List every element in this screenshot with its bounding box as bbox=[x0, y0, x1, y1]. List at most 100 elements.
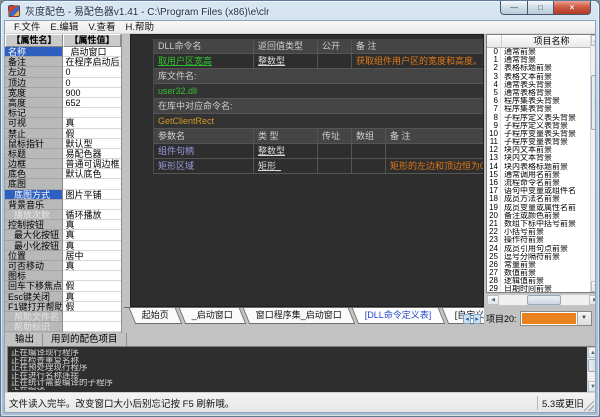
dll-return-type[interactable]: 整数型 bbox=[254, 54, 318, 68]
scroll-down-icon[interactable]: ▼ bbox=[588, 381, 595, 392]
property-name-cell[interactable]: 可否移动 bbox=[5, 261, 63, 271]
api-name-value[interactable]: GetClientRect bbox=[154, 114, 484, 128]
project-list-item[interactable]: 18 成员方法名前景 bbox=[487, 195, 590, 203]
property-name-cell[interactable]: 最大化按钮 bbox=[5, 230, 63, 240]
menu-item[interactable]: V.查看 bbox=[83, 21, 120, 34]
property-name-cell[interactable]: 禁止 bbox=[5, 129, 63, 139]
project-list-item[interactable]: 6 程序集表头背景 bbox=[487, 97, 590, 105]
title-bar[interactable]: 灰度配色 - 易配色器v1.41 - C:\Program Files (x86… bbox=[1, 1, 599, 20]
project-list-item[interactable]: 10 子程序变量表头背景 bbox=[487, 130, 590, 138]
property-row[interactable]: 备注 在程序启动后自 bbox=[5, 57, 121, 67]
lib-file-value-row[interactable]: user32.dll bbox=[154, 84, 484, 99]
project-list-item[interactable]: 13 块内文本背景 bbox=[487, 154, 590, 162]
property-row[interactable]: 控制按钮 真 bbox=[5, 220, 121, 230]
property-name-cell[interactable]: 左边 bbox=[5, 67, 63, 77]
property-row[interactable]: 最小化按钮 真 bbox=[5, 241, 121, 251]
dropdown-icon[interactable]: ▼ bbox=[577, 312, 591, 325]
param-name[interactable]: 组件句柄 bbox=[154, 144, 254, 158]
property-row[interactable]: 标题 易配色器 bbox=[5, 149, 121, 159]
param-byref[interactable] bbox=[318, 159, 352, 173]
property-name-cell[interactable]: 图标 bbox=[5, 271, 63, 281]
output-tab[interactable]: 输出 bbox=[7, 333, 43, 346]
property-value-cell[interactable]: 真 bbox=[63, 118, 121, 128]
editor-tab[interactable]: _启动窗口 bbox=[179, 308, 246, 324]
property-name-cell[interactable]: Esc键关闭 bbox=[5, 292, 63, 302]
close-button[interactable]: × bbox=[553, 1, 591, 15]
property-row[interactable]: 底图方式 图片平铺 bbox=[5, 190, 121, 200]
color-combo[interactable]: ▼ bbox=[520, 311, 592, 326]
output-tab[interactable]: 用到的配色项目 bbox=[43, 333, 127, 346]
property-value-cell[interactable]: 默认底色 bbox=[63, 169, 121, 179]
property-value-cell[interactable] bbox=[63, 200, 121, 210]
project-list-item[interactable]: 1 通常背景 bbox=[487, 56, 590, 64]
property-name-cell[interactable]: 背景音乐 bbox=[5, 200, 63, 210]
property-value-cell[interactable]: 0 bbox=[63, 67, 121, 77]
scroll-right-icon[interactable]: ▶ bbox=[589, 295, 595, 305]
project-list-item[interactable]: 23 操作符前景 bbox=[487, 236, 590, 244]
project-list-item[interactable]: 25 逗号分隔符前景 bbox=[487, 253, 590, 261]
project-list-item[interactable]: 4 通常表头背景 bbox=[487, 81, 590, 89]
project-list-item[interactable]: 16 流程命令名前景 bbox=[487, 179, 590, 187]
property-row[interactable]: 名称 _启动窗口 bbox=[5, 47, 121, 57]
property-name-cell[interactable]: 位置 bbox=[5, 251, 63, 261]
property-row[interactable]: 帮助标识 bbox=[5, 322, 121, 332]
property-value-cell[interactable]: 真 bbox=[63, 292, 121, 302]
property-row[interactable]: 底图 bbox=[5, 179, 121, 189]
project-list-item[interactable]: 26 常量前景 bbox=[487, 261, 590, 269]
project-list-item[interactable]: 24 成员引用句点前景 bbox=[487, 245, 590, 253]
property-value-cell[interactable]: 假 bbox=[63, 281, 121, 291]
project-list-item[interactable]: 15 通常调用名前景 bbox=[487, 171, 590, 179]
property-row[interactable]: F1键打开帮助 假 bbox=[5, 302, 121, 312]
project-list-item[interactable]: 9 子程序定义表背景 bbox=[487, 122, 590, 130]
property-value-cell[interactable]: 真 bbox=[63, 230, 121, 240]
property-name-cell[interactable]: 播放次数 bbox=[5, 210, 63, 220]
property-name-cell[interactable]: 最小化按钮 bbox=[5, 241, 63, 251]
project-list-item[interactable]: 0 通常前景 bbox=[487, 48, 590, 56]
api-name-value-row[interactable]: GetClientRect bbox=[154, 114, 484, 129]
project-list-item[interactable]: 11 子程序变量表背景 bbox=[487, 138, 590, 146]
project-list-hscrollbar[interactable]: ◀ ▶ bbox=[486, 294, 595, 306]
property-row[interactable]: 鼠标指针 默认型 bbox=[5, 139, 121, 149]
property-value-cell[interactable]: 900 bbox=[63, 88, 121, 98]
dll-command-comment[interactable]: 获取组件用户区的宽度和高度。返回0表示失败，否则表示成功。 bbox=[352, 54, 484, 68]
property-name-cell[interactable]: 帮助标识 bbox=[5, 322, 63, 332]
property-name-cell[interactable]: 顶边 bbox=[5, 78, 63, 88]
property-value-cell[interactable] bbox=[63, 179, 121, 189]
property-value-cell[interactable]: 循环播放 bbox=[63, 210, 121, 220]
scroll-up-icon[interactable]: ▲ bbox=[588, 347, 595, 358]
output-vscrollbar[interactable]: ▲ ▼ bbox=[587, 347, 595, 392]
param-row[interactable]: 组件句柄 整数型 bbox=[154, 144, 484, 159]
property-value-cell[interactable]: 普通可调边框 bbox=[63, 159, 121, 169]
project-list-item[interactable]: 19 成员变量或属性名前 bbox=[487, 204, 590, 212]
menu-item[interactable]: E.编辑 bbox=[45, 21, 83, 34]
param-array[interactable] bbox=[352, 159, 386, 173]
project-list-item[interactable]: 28 逻辑值前景 bbox=[487, 277, 590, 285]
param-type[interactable]: 矩形_ bbox=[254, 159, 318, 173]
property-row[interactable]: 高度 652 bbox=[5, 98, 121, 108]
property-value-cell[interactable]: 652 bbox=[63, 98, 121, 108]
menu-item[interactable]: H.帮助 bbox=[120, 21, 159, 34]
property-row[interactable]: 位置 居中 bbox=[5, 251, 121, 261]
property-row[interactable]: 帮助文件名 bbox=[5, 312, 121, 322]
property-row[interactable]: 底色 默认底色 bbox=[5, 169, 121, 179]
property-name-cell[interactable]: 宽度 bbox=[5, 88, 63, 98]
project-list-item[interactable]: 3 表格文本前景 bbox=[487, 73, 590, 81]
menu-item[interactable]: F.文件 bbox=[9, 21, 45, 34]
property-name-cell[interactable]: 鼠标指针 bbox=[5, 139, 63, 149]
property-value-cell[interactable] bbox=[63, 271, 121, 281]
scroll-left-icon[interactable]: ◀ bbox=[487, 295, 499, 305]
dll-public-flag[interactable] bbox=[318, 54, 352, 68]
property-value-cell[interactable]: 0 bbox=[63, 78, 121, 88]
editor-tab[interactable]: [DLL命令定义表] bbox=[352, 308, 445, 324]
minimize-button[interactable]: — bbox=[500, 1, 527, 15]
property-value-cell[interactable]: 假 bbox=[63, 129, 121, 139]
property-value-cell[interactable]: 真 bbox=[63, 220, 121, 230]
dll-command-row[interactable]: 取用户区宽高 整数型 获取组件用户区的宽度和高度。返回0表示失败，否则表示成功。 bbox=[154, 54, 484, 69]
dll-command-editor[interactable]: DLL命令名 返回值类型 公开 备 注 取用户区宽高 整数型 获取组件用户区的宽… bbox=[130, 34, 484, 307]
property-name-cell[interactable]: 帮助文件名 bbox=[5, 312, 63, 322]
property-name-cell[interactable]: F1键打开帮助 bbox=[5, 302, 63, 312]
hscroll-thumb[interactable] bbox=[527, 295, 561, 305]
property-name-cell[interactable]: 标记 bbox=[5, 108, 63, 118]
property-value-cell[interactable] bbox=[63, 322, 121, 332]
lib-file-value[interactable]: user32.dll bbox=[154, 84, 484, 98]
